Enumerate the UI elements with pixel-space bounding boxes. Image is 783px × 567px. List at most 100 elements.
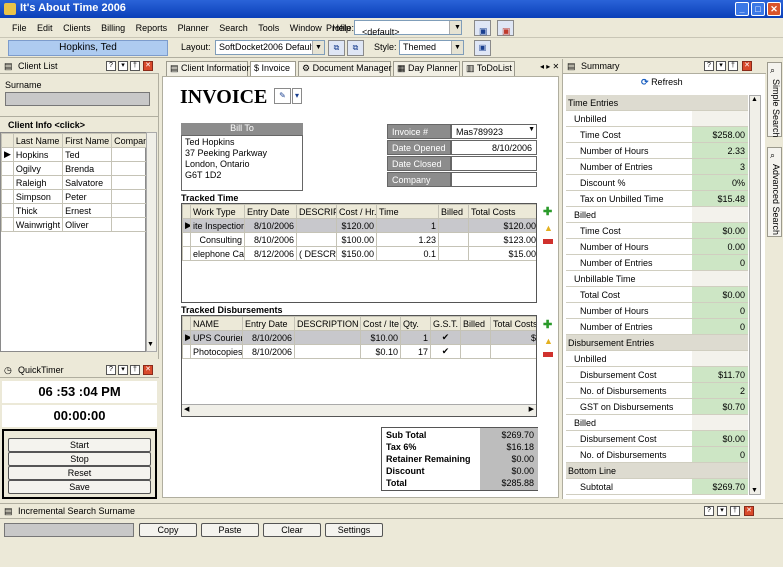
maximize-icon[interactable]: □ — [751, 2, 765, 16]
edit-time-icon[interactable]: ▲ — [544, 223, 553, 233]
company-field[interactable] — [451, 172, 537, 187]
edit-disbursement-icon[interactable]: ▲ — [544, 336, 553, 346]
menu-edit[interactable]: Edit — [33, 18, 57, 38]
invoice-number-select[interactable]: Mas789923 ▼ — [451, 124, 537, 139]
summary-row[interactable]: Disbursement Cost $11.70 — [566, 367, 748, 383]
menu-file[interactable]: File — [8, 18, 31, 38]
help-icon[interactable]: ? — [704, 506, 714, 516]
cell-descrip[interactable] — [296, 232, 337, 247]
summary-row[interactable]: Tax on Unbilled Time $15.48 — [566, 191, 748, 207]
cell-last[interactable]: Ogilvy — [12, 161, 64, 176]
tab-scroll-icon[interactable]: ◂ ▸ ✕ — [540, 62, 559, 71]
summary-row[interactable]: No. of Disbursements 0 — [566, 447, 748, 463]
minimize-icon[interactable]: _ — [735, 2, 749, 16]
cell-total[interactable]: $15.00 — [468, 246, 536, 261]
cell-last[interactable]: Wainwright — [12, 217, 64, 232]
stop-button[interactable]: Stop — [8, 452, 151, 466]
menu-clients[interactable]: Clients — [59, 18, 95, 38]
summary-row[interactable]: Unbillable Time — [566, 271, 748, 287]
cell-billed[interactable] — [438, 246, 469, 261]
tab-document-manager[interactable]: ⚙ Document Manager — [298, 61, 392, 76]
check-icon[interactable]: ✔ — [430, 330, 461, 345]
pin-icon[interactable]: † — [730, 506, 740, 516]
summary-row[interactable]: Number of Hours 0.00 — [566, 239, 748, 255]
summary-row[interactable]: Time Entries — [566, 95, 748, 111]
summary-row[interactable]: Unbilled — [566, 351, 748, 367]
col-gst[interactable]: G.S.T. — [430, 316, 461, 331]
incremental-search-input[interactable] — [4, 523, 134, 537]
scroll-down-icon[interactable]: ▼ — [751, 487, 758, 494]
summary-row[interactable]: Unbilled — [566, 111, 748, 127]
col-qty[interactable]: Qty. — [400, 316, 431, 331]
summary-row[interactable]: Number of Hours 0 — [566, 303, 748, 319]
cell-first[interactable]: Ernest — [62, 203, 113, 218]
style-icon[interactable]: ▣ — [474, 40, 491, 56]
col-entry-date[interactable]: Entry Date — [242, 316, 295, 331]
cell-billed[interactable] — [438, 218, 469, 233]
col-time[interactable]: Time — [376, 204, 439, 219]
scroll-left-icon[interactable]: ◀ — [184, 405, 189, 413]
cell-last[interactable]: Raleigh — [12, 175, 64, 190]
tab-day-planner[interactable]: ▦ Day Planner — [393, 61, 460, 76]
help-icon[interactable]: ? — [704, 61, 714, 71]
layout-icon[interactable]: ⧉ — [328, 40, 345, 56]
summary-row[interactable]: Billed — [566, 207, 748, 223]
pin-icon[interactable]: † — [130, 365, 140, 375]
col-descrip[interactable]: DESCRIP — [296, 204, 337, 219]
layout-copy-icon[interactable]: ⧉ — [347, 40, 364, 56]
paste-button[interactable]: Paste — [201, 523, 259, 537]
col-billed[interactable]: Billed — [460, 316, 491, 331]
dropdown-icon[interactable]: ▾ — [118, 61, 128, 71]
cell-total[interactable]: $123.00 — [468, 232, 536, 247]
dropdown-icon[interactable]: ▾ — [118, 365, 128, 375]
cell-billed[interactable] — [438, 232, 469, 247]
col-total-costs[interactable]: Total Costs — [468, 204, 536, 219]
cell-first[interactable]: Salvatore — [62, 175, 113, 190]
tab-advanced-search[interactable]: ⌕ Advanced Search — [767, 147, 782, 237]
table-row[interactable]: Photocopies 8/10/2006 $0.10 17 ✔ — [182, 344, 536, 359]
summary-row[interactable]: Number of Entries 0 — [566, 319, 748, 335]
summary-row[interactable]: Subtotal $269.70 — [566, 479, 748, 495]
close-icon[interactable]: ✕ — [767, 2, 781, 16]
style-select[interactable]: Themed ▼ — [399, 40, 464, 55]
cell-last[interactable]: Thick — [12, 203, 64, 218]
menu-search[interactable]: Search — [215, 18, 252, 38]
cell-work-type[interactable]: elephone Call — [190, 246, 245, 261]
copy-button[interactable]: Copy — [139, 523, 197, 537]
pin-icon[interactable]: † — [728, 61, 738, 71]
tab-todolist[interactable]: ▥ ToDoList — [462, 61, 515, 76]
cell-qty[interactable]: 17 — [400, 344, 431, 359]
chevron-down-icon[interactable]: ▾ — [292, 88, 302, 104]
cell-total[interactable]: $ — [490, 330, 536, 345]
menu-billing[interactable]: Billing — [97, 18, 129, 38]
table-row[interactable]: Thick Ernest — [1, 203, 156, 218]
start-button[interactable]: Start — [8, 438, 151, 452]
window-icon[interactable]: ▣ — [474, 20, 491, 36]
summary-row[interactable]: Billed — [566, 415, 748, 431]
cell-description[interactable] — [294, 344, 361, 359]
cell-work-type[interactable]: Consulting — [190, 232, 245, 247]
close-icon[interactable]: ✕ — [143, 365, 153, 375]
add-disbursement-icon[interactable]: ✚ — [543, 318, 552, 331]
cell-first[interactable]: Ted — [62, 147, 113, 162]
cell-time[interactable]: 1.23 — [376, 232, 439, 247]
scroll-right-icon[interactable]: ▶ — [529, 405, 534, 413]
summary-row[interactable]: Disbursement Cost $0.00 — [566, 431, 748, 447]
col-last-name[interactable]: Last Name — [12, 133, 64, 148]
summary-row[interactable]: Disbursement Entries — [566, 335, 748, 351]
client-list-scrollbar[interactable]: ▼ — [146, 132, 157, 352]
summary-row[interactable]: GST on Disbursements $0.70 — [566, 399, 748, 415]
dropdown-icon[interactable]: ▾ — [716, 61, 726, 71]
close-icon[interactable]: ✕ — [742, 61, 752, 71]
help-icon[interactable]: ? — [106, 365, 116, 375]
cell-work-type[interactable]: ite Inspection — [190, 218, 245, 233]
cell-last[interactable]: Simpson — [12, 189, 64, 204]
close-icon[interactable]: ✕ — [143, 61, 153, 71]
summary-row[interactable]: Discount % 0% — [566, 175, 748, 191]
table-row[interactable]: ▶ UPS Courier 8/10/2006 $10.00 1 ✔ $ — [182, 330, 536, 345]
date-closed-field[interactable] — [451, 156, 537, 171]
cell-cost[interactable]: $150.00 — [336, 246, 377, 261]
cell-cost[interactable]: $100.00 — [336, 232, 377, 247]
table-row[interactable]: ▶ ite Inspection 8/10/2006 $120.00 1 $12… — [182, 218, 536, 233]
cell-time[interactable]: 0.1 — [376, 246, 439, 261]
